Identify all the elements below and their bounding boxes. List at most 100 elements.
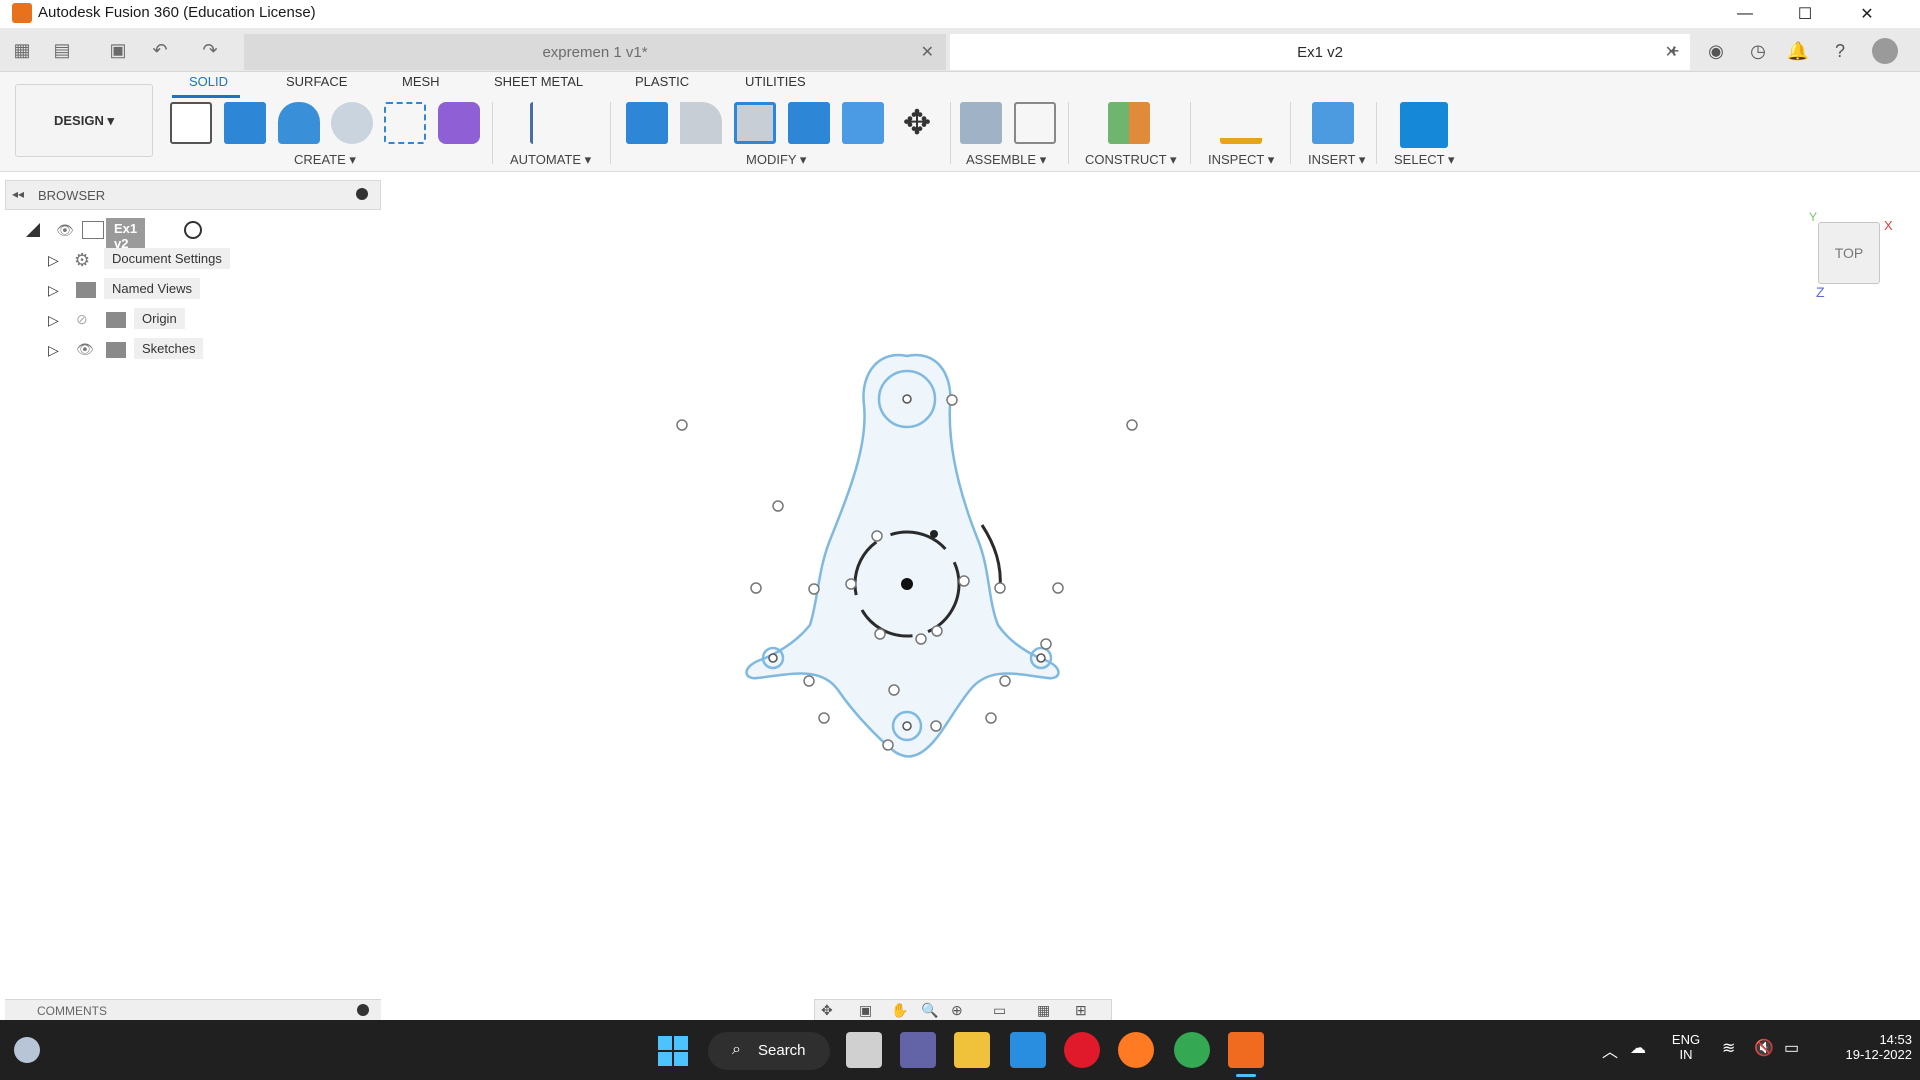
tab-close-icon[interactable]: ✕ — [921, 42, 934, 62]
file-menu-icon[interactable]: ▤ — [50, 38, 74, 62]
sketch-point[interactable] — [1036, 653, 1046, 663]
sketch-point[interactable] — [930, 530, 938, 538]
measure-icon[interactable] — [1220, 102, 1262, 144]
comments-panel[interactable]: COMMENTS — [5, 999, 381, 1021]
visibility-eye-icon[interactable]: 👁 — [76, 341, 94, 358]
hole-icon[interactable] — [331, 102, 373, 144]
expand-triangle-icon[interactable]: ▷ — [48, 282, 59, 299]
zoom-icon[interactable]: 🔍 — [921, 1002, 938, 1019]
add-comment-icon[interactable] — [357, 1004, 369, 1016]
redo-icon[interactable]: ↷ — [198, 38, 222, 62]
job-status-icon[interactable]: ◷ — [1744, 38, 1772, 64]
assemble-menu[interactable]: ASSEMBLE ▾ — [966, 152, 1046, 168]
viewcube[interactable]: TOP — [1818, 222, 1880, 284]
offset-face-icon[interactable] — [842, 102, 884, 144]
move-copy-icon[interactable]: ✥ — [896, 102, 938, 144]
expand-triangle-icon[interactable]: ▷ — [48, 312, 59, 329]
fit-icon[interactable]: ⊕ — [951, 1002, 963, 1019]
new-tab-plus-icon[interactable]: + — [1660, 38, 1688, 64]
tab-ex1-v2[interactable]: Ex1 v2 ✕ — [950, 34, 1690, 70]
fillet-icon[interactable] — [680, 102, 722, 144]
windows-start-icon[interactable] — [658, 1036, 688, 1066]
browser-panel-header[interactable]: ◂◂ BROWSER — [5, 180, 381, 210]
teams-icon[interactable] — [900, 1032, 936, 1068]
create-menu[interactable]: CREATE ▾ — [294, 152, 356, 168]
opera-icon[interactable] — [1064, 1032, 1100, 1068]
select-icon[interactable] — [1400, 102, 1448, 148]
construct-menu[interactable]: CONSTRUCT ▾ — [1085, 152, 1177, 168]
tab-solid[interactable]: SOLID — [189, 74, 228, 89]
expand-triangle-icon[interactable]: ▷ — [48, 342, 59, 359]
shell-icon[interactable] — [734, 102, 776, 144]
tab-sheet-metal[interactable]: SHEET METAL — [494, 74, 583, 89]
sketch-canvas[interactable] — [640, 330, 1180, 770]
weather-widget-icon[interactable] — [14, 1037, 40, 1063]
onedrive-cloud-icon[interactable]: ☁ — [1630, 1038, 1646, 1058]
visibility-eye-icon[interactable]: 👁 — [56, 222, 74, 239]
center-point[interactable] — [901, 578, 913, 590]
tab-surface[interactable]: SURFACE — [286, 74, 347, 89]
joint-icon[interactable] — [1014, 102, 1056, 144]
user-avatar[interactable] — [1872, 38, 1898, 64]
insert-image-icon[interactable] — [1312, 102, 1354, 144]
sketch-point[interactable] — [768, 653, 778, 663]
viewports-icon[interactable]: ⊞ — [1075, 1002, 1087, 1019]
volume-muted-icon[interactable]: 🔇 — [1754, 1038, 1774, 1058]
clock[interactable]: 14:53 19-12-2022 — [1814, 1032, 1913, 1062]
task-view-icon[interactable] — [846, 1032, 882, 1068]
file-explorer-icon[interactable] — [954, 1032, 990, 1068]
grid-icon[interactable]: ▦ — [1037, 1002, 1050, 1019]
fusion-taskbar-icon[interactable] — [1228, 1032, 1264, 1068]
maximize-button[interactable]: ☐ — [1776, 0, 1834, 28]
look-at-icon[interactable]: ▣ — [859, 1002, 872, 1019]
create-form-icon[interactable] — [438, 102, 480, 144]
wifi-icon[interactable]: ≋ — [1722, 1038, 1735, 1058]
undo-icon[interactable]: ↶ — [148, 38, 172, 62]
tab-plastic[interactable]: PLASTIC — [635, 74, 689, 89]
expand-triangle-icon[interactable]: ▷ — [48, 252, 59, 269]
battery-icon[interactable]: ▭ — [1784, 1038, 1799, 1058]
sketch-profile[interactable] — [745, 353, 1060, 758]
insert-menu[interactable]: INSERT ▾ — [1308, 152, 1365, 168]
collapse-triangle-icon[interactable] — [26, 223, 40, 237]
notifications-bell-icon[interactable]: 🔔 — [1784, 38, 1812, 64]
save-icon[interactable]: ▣ — [106, 38, 130, 62]
extensions-icon[interactable]: ◉ — [1702, 38, 1730, 64]
display-settings-icon[interactable]: ▭ — [993, 1002, 1006, 1019]
orbit-icon[interactable]: ✥ — [821, 1002, 833, 1019]
pattern-icon[interactable] — [384, 102, 426, 144]
sketch-point[interactable] — [902, 721, 912, 731]
offset-plane-icon[interactable] — [1108, 102, 1150, 144]
browser-minimize-icon[interactable] — [356, 188, 368, 200]
sketch-point[interactable] — [902, 394, 912, 404]
automate-icon[interactable] — [530, 102, 572, 144]
revolve-icon[interactable] — [278, 102, 320, 144]
activate-radio-icon[interactable] — [184, 221, 202, 239]
new-component-icon[interactable] — [960, 102, 1002, 144]
firefox-icon[interactable] — [1118, 1032, 1154, 1068]
close-button[interactable]: ✕ — [1838, 0, 1896, 28]
extrude-icon[interactable] — [224, 102, 266, 144]
tray-chevron-up-icon[interactable]: ︿ — [1602, 1038, 1618, 1062]
inspect-menu[interactable]: INSPECT ▾ — [1208, 152, 1274, 168]
tab-expremen-1[interactable]: expremen 1 v1* ✕ — [244, 34, 946, 70]
combine-icon[interactable] — [788, 102, 830, 144]
minimize-button[interactable]: — — [1716, 0, 1774, 28]
hidden-eye-icon[interactable]: ⊘ — [76, 311, 88, 328]
tab-utilities[interactable]: UTILITIES — [745, 74, 806, 89]
language-indicator[interactable]: ENG IN — [1664, 1032, 1708, 1062]
modify-menu[interactable]: MODIFY ▾ — [746, 152, 806, 168]
pan-hand-icon[interactable]: ✋ — [891, 1002, 908, 1019]
help-icon[interactable]: ? — [1826, 38, 1854, 64]
select-menu[interactable]: SELECT ▾ — [1394, 152, 1454, 168]
collapse-browser-icon[interactable]: ◂◂ — [12, 187, 24, 201]
data-panel-grid-icon[interactable]: ▦ — [10, 38, 34, 62]
chrome-icon[interactable] — [1174, 1032, 1210, 1068]
automate-menu[interactable]: AUTOMATE ▾ — [510, 152, 591, 168]
taskbar-search[interactable]: ⌕ Search — [708, 1032, 830, 1070]
create-sketch-icon[interactable] — [170, 102, 212, 144]
tab-mesh[interactable]: MESH — [402, 74, 440, 89]
press-pull-icon[interactable] — [626, 102, 668, 144]
workspace-switcher-button[interactable]: DESIGN ▾ — [15, 84, 153, 157]
vscode-icon[interactable] — [1010, 1032, 1046, 1068]
